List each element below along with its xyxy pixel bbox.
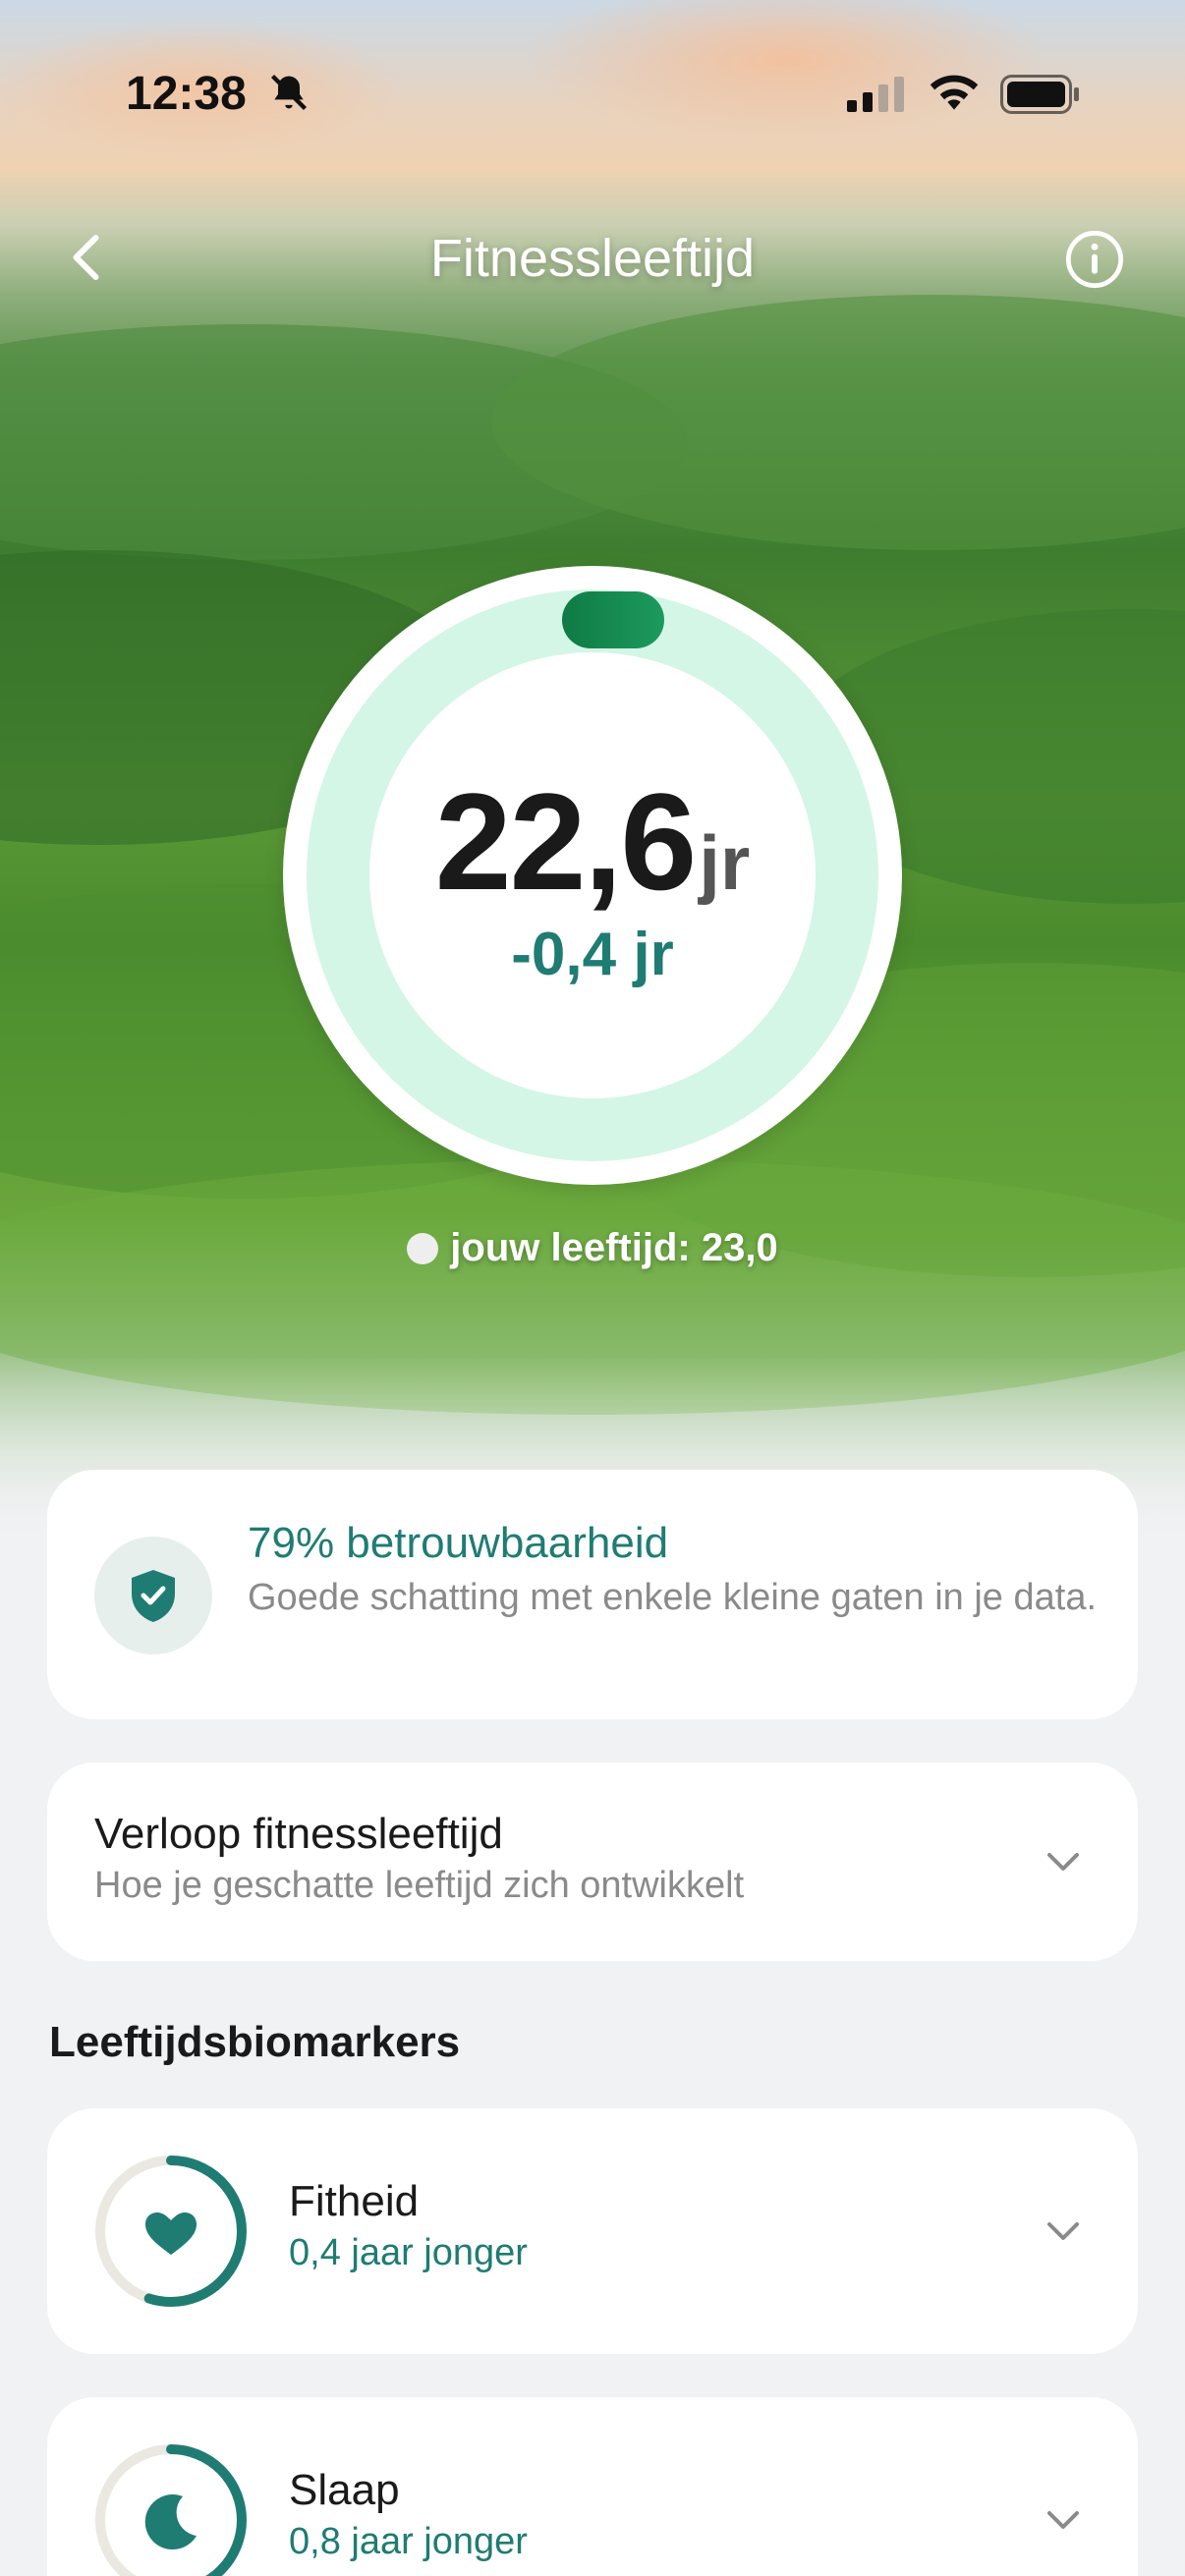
reliability-card: 79% betrouwbaarheid Goede schatting met … <box>47 1470 1138 1719</box>
page-title: Fitnessleeftijd <box>429 229 756 288</box>
age-marker-dot <box>407 1233 439 1264</box>
fitness-age-delta: -0,4 jr <box>511 921 674 988</box>
biomarker-title: Fitheid <box>289 2177 420 2225</box>
shield-check-icon <box>94 1537 212 1654</box>
bell-slash-icon <box>267 71 310 119</box>
biomarker-card-fitheid[interactable]: Fitheid 0,4 jaar jonger <box>47 2108 1138 2354</box>
wifi-icon <box>928 71 981 119</box>
gauge-value: 22,6jr <box>283 762 902 922</box>
fitness-age-gauge: 22,6jr -0,4 jr <box>283 566 902 1185</box>
trend-subtitle: Hoe je geschatte leeftijd zich ontwikkel… <box>94 1865 745 1906</box>
fitness-age-unit: jr <box>699 819 751 906</box>
actual-age-text: jouw leeftijd: 23,0 <box>450 1226 778 1269</box>
reliability-description: Goede schatting met enkele kleine gaten … <box>248 1577 1098 1618</box>
slaap-progress-ring <box>92 2441 250 2576</box>
chevron-down-icon[interactable] <box>1040 2495 1087 2543</box>
signal-icon <box>847 77 908 117</box>
heart-icon <box>145 2212 197 2255</box>
trend-title: Verloop fitnessleeftijd <box>94 1810 503 1858</box>
info-icon[interactable] <box>1063 228 1126 291</box>
biomarker-subtitle: 0,4 jaar jonger <box>289 2232 528 2273</box>
status-bar: 12:38 <box>0 59 1185 128</box>
moon-icon <box>144 2494 197 2550</box>
actual-age-label: jouw leeftijd: 23,0 <box>0 1226 1185 1270</box>
chevron-down-icon[interactable] <box>1040 1837 1087 1884</box>
reliability-title: 79% betrouwbaarheid <box>248 1519 669 1567</box>
chevron-down-icon[interactable] <box>1040 2207 1087 2254</box>
gauge-indicator <box>562 591 664 648</box>
biomarker-card-slaap[interactable]: Slaap 0,8 jaar jonger <box>47 2397 1138 2576</box>
biomarker-title: Slaap <box>289 2466 400 2514</box>
status-time: 12:38 <box>126 68 247 120</box>
battery-icon <box>1000 75 1081 119</box>
fitness-age-value: 22,6 <box>434 764 697 919</box>
biomarker-subtitle: 0,8 jaar jonger <box>289 2521 528 2562</box>
biomarkers-section-title: Leeftijdsbiomarkers <box>49 2018 461 2066</box>
fitheid-progress-ring <box>92 2153 250 2310</box>
fitness-age-trend-card[interactable]: Verloop fitnessleeftijd Hoe je geschatte… <box>47 1763 1138 1961</box>
